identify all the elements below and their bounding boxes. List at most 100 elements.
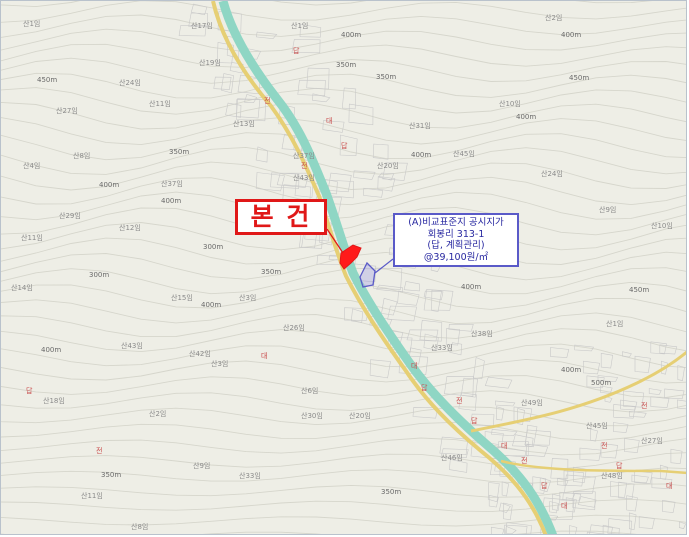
contour-elevation-label: 400m <box>411 151 432 159</box>
land-category-label: 대 <box>261 352 268 360</box>
land-category-label: 전 <box>641 402 648 410</box>
land-category-label: 전 <box>264 97 271 105</box>
parcel-outline <box>403 281 420 292</box>
parcel-outline <box>369 359 391 379</box>
contour-elevation-label: 350m <box>376 73 397 81</box>
contour-line <box>1 483 686 498</box>
land-category-label: 대 <box>326 117 333 125</box>
parcel-outline <box>448 323 474 332</box>
parcel-number-label: 산1임 <box>23 20 41 28</box>
parcel-number-label: 산29임 <box>59 212 81 220</box>
comparison-price: @39,100원/㎡ <box>423 251 489 263</box>
parcel-outline <box>589 524 620 534</box>
parcel-outline <box>255 146 268 163</box>
land-category-label: 답 <box>541 482 548 490</box>
contour-elevation-label: 300m <box>203 243 224 251</box>
contour-elevation-label: 400m <box>461 283 482 291</box>
contour-line <box>1 390 686 413</box>
contour-elevation-label: 450m <box>37 76 58 84</box>
parcel-outline <box>556 478 569 487</box>
branch-road-2 <box>500 459 686 475</box>
contour-elevation-label: 400m <box>516 113 537 121</box>
parcel-outline <box>648 388 662 395</box>
parcel-number-label: 산13임 <box>233 120 255 128</box>
parcel-number-label: 산27임 <box>641 437 663 445</box>
parcel-number-label: 산4임 <box>23 162 41 170</box>
contour-line <box>1 375 686 398</box>
comparison-marker <box>359 261 376 288</box>
land-category-label: 대 <box>666 482 673 490</box>
parcel-number-label: 산33임 <box>239 472 261 480</box>
land-category-label: 대 <box>411 362 418 370</box>
contour-line <box>1 514 686 527</box>
contour-elevation-label: 300m <box>89 271 110 279</box>
parcel-outline <box>638 516 655 529</box>
parcel-number-label: 산2임 <box>545 14 563 22</box>
parcel-number-label: 산43임 <box>121 342 143 350</box>
parcel-number-label: 산33임 <box>431 344 453 352</box>
map-frame[interactable]: 400m 350m 450m 400m 450m 400m 400m 350m 350m 400m… <box>0 0 687 535</box>
parcel-outline <box>622 351 632 358</box>
parcel-outline <box>550 347 570 358</box>
parcel-number-label: 산2임 <box>149 410 167 418</box>
land-category-label: 전 <box>301 162 308 170</box>
contour-elevation-label: 350m <box>261 268 282 276</box>
parcel-outline <box>631 474 649 484</box>
parcel-number-label: 산3임 <box>239 294 257 302</box>
parcel-number-label: 산31임 <box>409 122 431 130</box>
parcel-number-label: 산11임 <box>149 100 171 108</box>
parcel-outline <box>678 521 686 529</box>
parcel-number-label: 산1임 <box>606 320 624 328</box>
land-category-label: 답 <box>471 417 478 425</box>
contour-line <box>1 358 686 384</box>
parcel-outline <box>495 400 516 407</box>
land-category-label: 답 <box>293 47 300 55</box>
parcel-number-label: 산43임 <box>293 174 315 182</box>
parcel-number-label: 산11임 <box>81 492 103 500</box>
parcel-number-label: 산18임 <box>43 397 65 405</box>
contour-line <box>1 452 686 470</box>
parcel-number-label: 산30임 <box>301 412 323 420</box>
contour-elevation-label: 500m <box>591 379 612 387</box>
parcel-number-label: 산37임 <box>293 152 315 160</box>
comparison-land-use: (답, 계획관리) <box>427 240 485 251</box>
contour-line <box>1 281 686 310</box>
contour-line <box>1 312 686 339</box>
contour-line <box>1 146 686 176</box>
contour-line <box>1 101 686 130</box>
parcel-outline <box>600 352 614 369</box>
parcel-number-label: 산3임 <box>211 360 229 368</box>
contour-line <box>1 343 686 369</box>
contour-elevation-label: 450m <box>629 286 650 294</box>
parcel-number-label: 산37임 <box>161 180 183 188</box>
contour-elevation-label: 400m <box>561 31 582 39</box>
land-category-label: 대 <box>501 442 508 450</box>
parcel-outline <box>490 526 505 534</box>
contour-elevation-label: 350m <box>169 148 190 156</box>
parcel-outline <box>348 103 374 126</box>
parcel-number-label: 산9임 <box>193 462 211 470</box>
contour-line <box>1 206 686 236</box>
contour-line <box>1 421 686 442</box>
parcel-number-label: 산49임 <box>521 399 543 407</box>
parcel-number-label: 산8임 <box>73 152 91 160</box>
parcel-number-label: 산27임 <box>56 107 78 115</box>
contour-line <box>1 297 686 325</box>
parcel-number-label: 산48임 <box>601 472 623 480</box>
parcel-outline <box>670 448 683 465</box>
parcel-number-label: 산10임 <box>651 222 673 230</box>
contour-elevation-label: 400m <box>201 301 222 309</box>
parcel-number-label: 산45임 <box>453 150 475 158</box>
land-category-label: 답 <box>26 387 33 395</box>
parcel-outline <box>524 424 538 448</box>
contour-elevation-label: 400m <box>341 31 362 39</box>
parcel-number-label: 산20임 <box>377 162 399 170</box>
parcel-number-label: 산20임 <box>349 412 371 420</box>
parcel-number-label: 산24임 <box>541 170 563 178</box>
parcel-number-label: 산11임 <box>21 234 43 242</box>
parcel-number-label: 산10임 <box>499 100 521 108</box>
parcel-number-label: 산6임 <box>301 387 319 395</box>
parcel-number-label: 산15임 <box>171 294 193 302</box>
land-category-label: 전 <box>96 447 103 455</box>
comparison-title: (A)비교표준지 공시지가 <box>408 217 504 228</box>
